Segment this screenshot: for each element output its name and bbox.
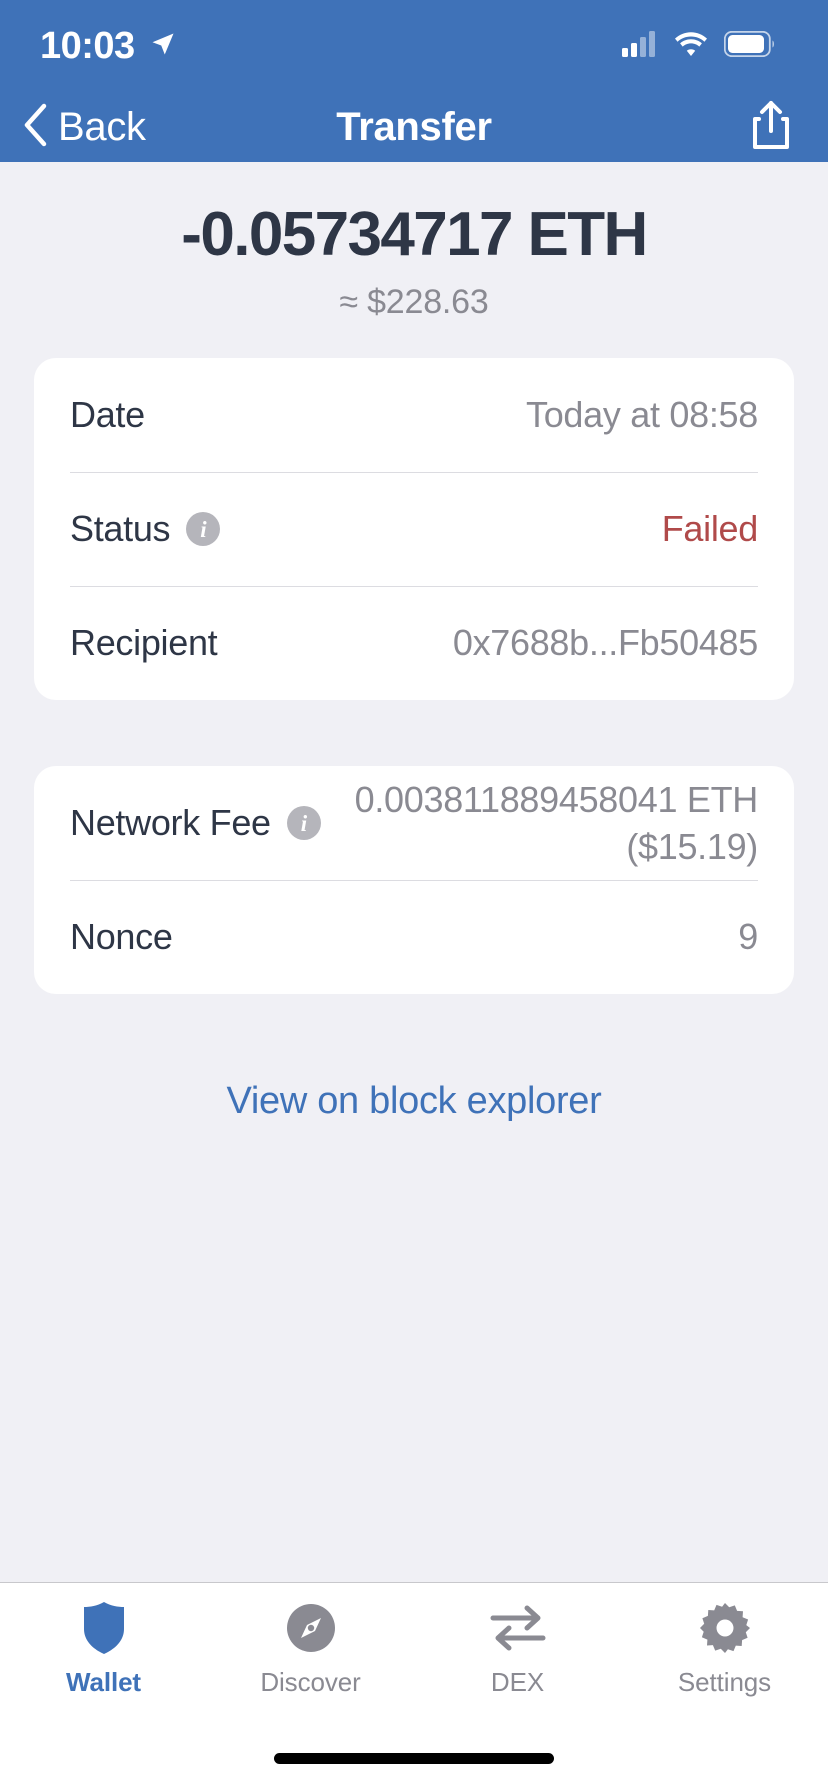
tab-discover-label: Discover — [260, 1667, 361, 1697]
home-indicator-area — [0, 1724, 828, 1792]
compass-icon — [285, 1599, 337, 1657]
amount-primary: -0.05734717 ETH — [181, 200, 648, 269]
status-bar-left: 10:03 — [40, 25, 177, 68]
battery-icon — [723, 30, 776, 62]
row-date: Date Today at 08:58 — [34, 358, 794, 472]
status-info-icon[interactable]: i — [186, 512, 221, 547]
network-fee-value: 0.003811889458041 ETH — [354, 778, 759, 820]
share-button[interactable] — [750, 99, 792, 156]
recipient-address[interactable]: 0x7688b...Fb50485 — [433, 622, 758, 664]
network-fee-label-group: Network Fee i — [70, 802, 321, 844]
explorer-link-container: View on block explorer — [0, 1080, 828, 1123]
home-indicator[interactable] — [274, 1752, 554, 1764]
app-screen: 10:03 Back Transfer -0.05734717 ETH ≈ $2… — [0, 0, 828, 1792]
nonce-value: 9 — [738, 916, 758, 958]
tab-discover[interactable]: Discover — [207, 1599, 414, 1698]
row-nonce: Nonce 9 — [34, 880, 794, 994]
back-button-label: Back — [58, 104, 146, 149]
tab-settings-label: Settings — [677, 1667, 772, 1697]
status-bar-right — [622, 30, 776, 62]
wifi-icon — [674, 31, 708, 62]
back-button[interactable]: Back — [22, 103, 146, 152]
row-recipient: Recipient 0x7688b...Fb50485 — [34, 586, 794, 700]
swap-arrows-icon — [489, 1599, 547, 1657]
recipient-label: Recipient — [70, 622, 218, 664]
location-arrow-icon — [149, 30, 177, 63]
status-bar: 10:03 — [0, 0, 828, 92]
date-label: Date — [70, 394, 145, 436]
cellular-signal-icon — [622, 30, 658, 62]
transaction-details-card: Date Today at 08:58 Status i Failed Reci… — [34, 358, 794, 701]
nonce-label: Nonce — [70, 916, 173, 958]
status-bar-time: 10:03 — [40, 24, 135, 67]
date-value: Today at 08:58 — [526, 394, 758, 436]
tab-dex-label: DEX — [490, 1667, 545, 1697]
gear-icon — [699, 1599, 751, 1657]
main-content: -0.05734717 ETH ≈ $228.63 Date Today at … — [0, 162, 828, 1582]
row-network-fee: Network Fee i 0.003811889458041 ETH ($15… — [34, 766, 794, 880]
tab-wallet[interactable]: Wallet — [0, 1599, 207, 1698]
status-label-group: Status i — [70, 508, 221, 550]
navigation-bar: Back Transfer — [0, 92, 828, 162]
row-status: Status i Failed — [34, 472, 794, 586]
tab-wallet-label: Wallet — [65, 1667, 141, 1697]
bottom-tab-bar: Wallet Discover DEX Settings — [0, 1582, 828, 1724]
status-badge: Failed — [661, 508, 759, 550]
tab-settings[interactable]: Settings — [621, 1599, 828, 1698]
tab-dex[interactable]: DEX — [414, 1599, 621, 1698]
chevron-left-icon — [22, 103, 48, 152]
transaction-amount-block: -0.05734717 ETH ≈ $228.63 — [0, 162, 828, 322]
amount-fiat-approx: ≈ $228.63 — [339, 283, 489, 322]
share-icon — [750, 99, 792, 156]
view-on-block-explorer-link[interactable]: View on block explorer — [226, 1080, 601, 1123]
transaction-fees-card: Network Fee i 0.003811889458041 ETH ($15… — [34, 766, 794, 995]
network-fee-value-group: 0.003811889458041 ETH ($15.19) — [335, 776, 759, 871]
network-fee-info-icon[interactable]: i — [286, 806, 321, 841]
network-fee-fiat: ($15.19) — [626, 826, 758, 868]
shield-icon — [80, 1599, 128, 1657]
status-label: Status — [70, 508, 171, 550]
network-fee-label: Network Fee — [70, 802, 271, 844]
